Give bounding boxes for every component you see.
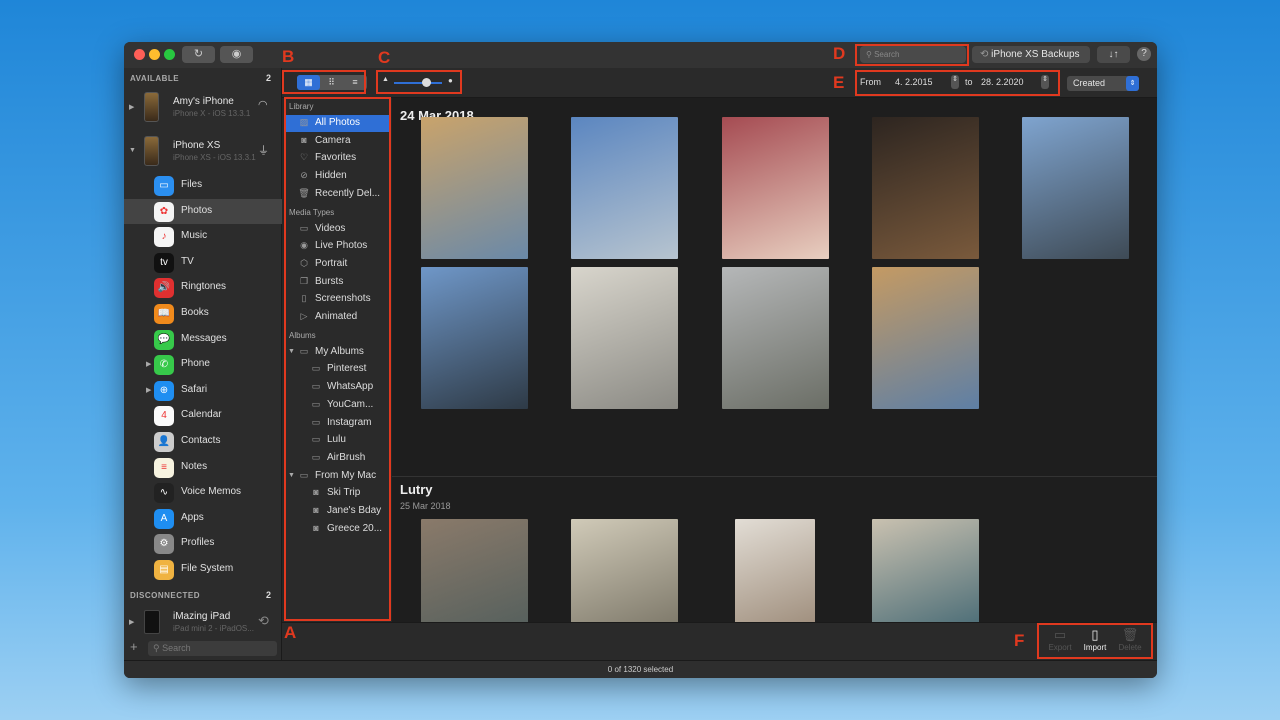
title-bar: ↻ ◉ ⚲ Search ⟲ iPhone XS Backups ↓↑ ? <box>124 42 1157 68</box>
chevron-updown-icon: ⇕ <box>1126 76 1139 91</box>
photo-grid: 24 Mar 2018Lutry25 Mar 201800:07 <box>392 98 1157 661</box>
imazing-window: ↻ ◉ ⚲ Search ⟲ iPhone XS Backups ↓↑ ? AV… <box>124 42 1157 678</box>
calendar-icon: 4 <box>154 406 174 427</box>
history-icon: ⟲ <box>258 613 269 628</box>
annotation-label-f: F <box>1014 631 1025 650</box>
refresh-icon: ↻ <box>193 48 204 60</box>
file-system-icon: ▤ <box>154 560 174 580</box>
disconnected-heading: DISCONNECTED <box>130 591 201 600</box>
sort-value: Created <box>1073 78 1106 88</box>
wifi-icon: ◠ <box>258 99 268 111</box>
apps-icon: A <box>154 508 174 529</box>
expand-arrow-icon[interactable]: ▶ <box>146 386 151 394</box>
sidebar-search-input[interactable]: ⚲ Search <box>148 641 277 656</box>
photo-thumbnail[interactable] <box>421 117 528 259</box>
device-thumbnail <box>144 136 159 166</box>
action-bar: ▭ Export ▯ Import 🗑 Delete <box>282 622 1157 660</box>
music-icon: ♪ <box>154 227 174 248</box>
preview-button[interactable]: ◉ <box>220 46 253 63</box>
device-thumbnail <box>144 92 159 122</box>
sidebar-item-calendar[interactable]: 4 Calendar <box>124 403 282 428</box>
selection-status: 0 of 1320 selected <box>124 660 1157 678</box>
available-count: 2 <box>265 73 271 83</box>
photo-thumbnail[interactable] <box>872 267 979 409</box>
sort-select[interactable]: Created ⇕ <box>1067 76 1139 91</box>
annotation-box-f <box>1037 623 1153 659</box>
sidebar-item-photos[interactable]: ✿ Photos <box>124 198 282 224</box>
sidebar-item-profiles[interactable]: ⚙ Profiles <box>124 531 282 556</box>
photo-thumbnail[interactable] <box>421 267 528 409</box>
sidebar-item-files[interactable]: ▭ Files <box>124 173 282 198</box>
photo-thumbnail[interactable] <box>571 267 678 409</box>
section-date: 25 Mar 2018 <box>400 501 451 511</box>
sidebar-item-books[interactable]: 📖 Books <box>124 301 282 326</box>
annotation-label-a: A <box>284 623 297 642</box>
voice-memos-icon: ∿ <box>154 483 174 504</box>
section-title: Lutry <box>400 482 433 497</box>
phone-icon: ✆ <box>154 355 174 376</box>
device-imazing-ipad[interactable]: ▶ iMazing iPad iPad mini 2 - iPadOS... ⟲ <box>124 607 282 637</box>
device-item[interactable]: ▼ iPhone XS iPhone XS - iOS 13.3.1 ⏚ <box>124 134 282 170</box>
ringtones-icon: 🔊 <box>154 278 174 299</box>
sidebar-item-tv[interactable]: tv TV <box>124 250 282 275</box>
tv-icon: tv <box>154 252 174 273</box>
close-button[interactable] <box>134 49 145 60</box>
ipad-thumbnail <box>144 610 160 634</box>
annotation-label-d: D <box>833 44 846 63</box>
annotation-label-b: B <box>282 47 295 66</box>
device-sidebar: AVAILABLE 2 ▶ Amy's iPhone iPhone X - iOS … <box>124 68 282 660</box>
annotation-box-b <box>282 70 366 94</box>
transfer-icon: ↓↑ <box>1108 49 1119 60</box>
search-icon: ⚲ <box>153 643 163 653</box>
minimize-button[interactable] <box>149 49 160 60</box>
books-icon: 📖 <box>154 304 174 324</box>
zoom-button[interactable] <box>164 49 175 60</box>
refresh-button[interactable]: ↻ <box>182 46 215 63</box>
sidebar-item-phone[interactable]: ▶ ✆ Phone <box>124 352 282 377</box>
disconnected-count: 2 <box>265 590 271 600</box>
sidebar-item-contacts[interactable]: 👤 Contacts <box>124 429 282 454</box>
annotation-box-c <box>376 70 462 94</box>
expand-arrow-icon[interactable]: ▶ <box>129 618 134 626</box>
sidebar-item-ringtones[interactable]: 🔊 Ringtones <box>124 275 282 300</box>
section-divider <box>392 476 1157 477</box>
eye-icon: ◉ <box>231 48 242 60</box>
safari-icon: ⊕ <box>154 380 174 401</box>
add-device-button[interactable]: + <box>130 639 138 654</box>
sidebar-item-music[interactable]: ♪ Music <box>124 224 282 249</box>
history-icon: ⟲ <box>980 49 992 60</box>
photo-thumbnail[interactable] <box>722 117 829 259</box>
messages-icon: 💬 <box>154 329 174 350</box>
annotation-box-d <box>855 44 969 66</box>
expand-arrow-icon[interactable]: ▶ <box>146 360 151 368</box>
sidebar-item-notes[interactable]: ≡ Notes <box>124 455 282 480</box>
notes-icon: ≡ <box>154 457 174 478</box>
contacts-icon: 👤 <box>154 432 174 452</box>
expand-arrow-icon[interactable]: ▶ <box>129 103 134 111</box>
usb-icon: ⏚ <box>258 145 269 157</box>
annotation-box-e <box>855 70 1060 96</box>
transfer-button[interactable]: ↓↑ <box>1097 46 1130 63</box>
annotation-label-e: E <box>833 73 845 92</box>
photo-thumbnail[interactable] <box>872 117 979 259</box>
sidebar-item-messages[interactable]: 💬 Messages <box>124 327 282 352</box>
collapse-arrow-icon[interactable]: ▼ <box>129 147 136 154</box>
sidebar-item-voice-memos[interactable]: ∿ Voice Memos <box>124 480 282 505</box>
sidebar-item-safari[interactable]: ▶ ⊕ Safari <box>124 378 282 403</box>
sidebar-item-file-system[interactable]: ▤ File System <box>124 557 282 582</box>
photos-icon: ✿ <box>154 201 174 222</box>
annotation-label-c: C <box>378 48 391 67</box>
photo-thumbnail[interactable] <box>1022 117 1129 259</box>
sidebar-item-apps[interactable]: A Apps <box>124 506 282 531</box>
annotation-box-a <box>284 97 391 621</box>
files-icon: ▭ <box>154 176 174 196</box>
photo-thumbnail[interactable] <box>722 267 829 409</box>
help-button[interactable]: ? <box>1137 47 1151 61</box>
photo-thumbnail[interactable] <box>571 117 678 259</box>
profiles-icon: ⚙ <box>154 534 174 555</box>
backups-button[interactable]: ⟲ iPhone XS Backups <box>972 46 1090 63</box>
device-item[interactable]: ▶ Amy's iPhone iPhone X - iOS 13.3.1 ◠ <box>124 90 282 126</box>
available-heading: AVAILABLE <box>130 74 180 83</box>
